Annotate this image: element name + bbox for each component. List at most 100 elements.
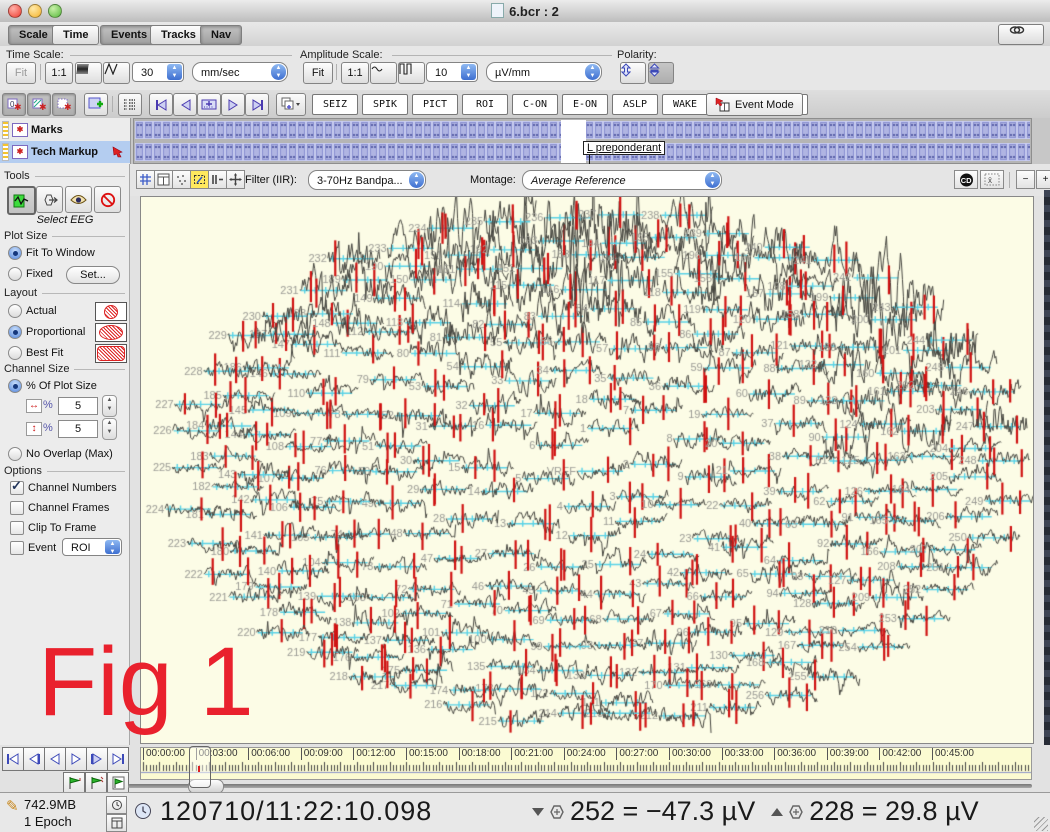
eeg-plot-area[interactable] bbox=[140, 196, 1034, 744]
polarity-invert-button[interactable] bbox=[648, 62, 674, 84]
time-1to1-button[interactable]: 1:1 bbox=[45, 62, 73, 84]
channel-numbers-checkbox[interactable] bbox=[10, 481, 24, 495]
go-start-button[interactable] bbox=[2, 747, 24, 771]
copy-events-dropdown[interactable] bbox=[276, 93, 306, 116]
frame-view-button[interactable] bbox=[154, 170, 173, 189]
amp-fit-button[interactable]: Fit bbox=[303, 62, 333, 84]
layout-actual-radio[interactable] bbox=[8, 304, 22, 318]
mark-event-button[interactable] bbox=[197, 93, 221, 116]
last-event-button[interactable] bbox=[245, 93, 269, 116]
grid-view-button[interactable] bbox=[136, 170, 155, 189]
tab-time[interactable]: Time bbox=[52, 25, 99, 45]
v-size-field[interactable]: 5 bbox=[58, 420, 98, 438]
cd-reference-button[interactable]: CD bbox=[954, 170, 978, 189]
add-track-button[interactable] bbox=[84, 93, 108, 116]
dots-view-button[interactable] bbox=[172, 170, 191, 189]
timeline-scrollbar[interactable] bbox=[128, 784, 1032, 788]
go-end-button[interactable] bbox=[107, 747, 129, 771]
step-back-button[interactable] bbox=[44, 747, 66, 771]
view-tool-button[interactable] bbox=[65, 186, 92, 213]
first-event-button[interactable] bbox=[149, 93, 173, 116]
eeg-waveforms-canvas[interactable] bbox=[141, 197, 1033, 743]
event-type-dropdown[interactable]: ROI▲▼ bbox=[62, 538, 122, 556]
filter-dropdown[interactable]: 3-70Hz Bandpa...▲▼ bbox=[308, 170, 426, 190]
time-expand-button[interactable] bbox=[103, 62, 130, 84]
timeline-scrubber[interactable] bbox=[189, 746, 211, 788]
event-badge-icon: ✱ bbox=[12, 145, 28, 159]
track-row-marks[interactable]: ✱ Marks bbox=[0, 119, 130, 141]
prohibition-icon bbox=[100, 192, 116, 208]
pct-of-plot-radio[interactable] bbox=[8, 379, 22, 393]
amp-1to1-button[interactable]: 1:1 bbox=[341, 62, 369, 84]
next-event-button[interactable] bbox=[221, 93, 245, 116]
prev-event-button[interactable] bbox=[173, 93, 197, 116]
time-scale-value[interactable]: 30▲▼ bbox=[132, 62, 184, 82]
clock-mode-button[interactable] bbox=[106, 796, 127, 814]
event-type-button-aslp[interactable]: ASLP bbox=[612, 94, 658, 115]
lines-view-button[interactable] bbox=[208, 170, 227, 189]
move-tool-button[interactable] bbox=[226, 170, 245, 189]
tab-tracks[interactable]: Tracks bbox=[150, 25, 207, 45]
toolbar-tabs: Scale Time Events Tracks Nav bbox=[0, 22, 1050, 47]
step-forward-button[interactable] bbox=[65, 747, 87, 771]
h-size-stepper[interactable]: ▲▼ bbox=[102, 395, 117, 417]
jump-arrow-icon[interactable] bbox=[112, 146, 126, 158]
no-overlap-radio[interactable] bbox=[8, 447, 22, 461]
event-annotation-label[interactable]: L preponderant bbox=[583, 141, 665, 155]
track-lanes[interactable]: L preponderant bbox=[133, 118, 1032, 164]
h-size-field[interactable]: 5 bbox=[58, 397, 98, 415]
amp-scale-units[interactable]: µV/mm▲▼ bbox=[486, 62, 602, 82]
resize-grip[interactable] bbox=[1034, 817, 1048, 831]
event-type-button-spik[interactable]: SPIK bbox=[362, 94, 408, 115]
time-fit-button[interactable]: Fit bbox=[6, 62, 36, 84]
flag-page-button[interactable] bbox=[107, 772, 129, 793]
time-ruler[interactable]: 00:00:0000:03:0000:06:0000:09:0000:12:00… bbox=[140, 747, 1032, 780]
event-type-button-pict[interactable]: PICT bbox=[412, 94, 458, 115]
v-size-stepper[interactable]: ▲▼ bbox=[102, 418, 117, 440]
electrode-tool-button[interactable] bbox=[36, 186, 63, 213]
page-back-button[interactable] bbox=[23, 747, 45, 771]
event-type-button-e-on[interactable]: E-ON bbox=[562, 94, 608, 115]
amp-grow-button[interactable] bbox=[398, 62, 425, 84]
time-compress-button[interactable] bbox=[75, 62, 102, 84]
amp-scale-value[interactable]: 10▲▼ bbox=[426, 62, 478, 82]
toggle-marks-track-button[interactable]: 0✱ bbox=[2, 93, 26, 116]
next-flag-button[interactable] bbox=[85, 772, 107, 793]
exclude-tool-button[interactable] bbox=[94, 186, 121, 213]
drag-handle-icon[interactable] bbox=[2, 121, 9, 139]
track-row-tech-markup[interactable]: ✱ Tech Markup bbox=[0, 141, 130, 163]
prev-flag-button[interactable] bbox=[63, 772, 85, 793]
step-back-icon bbox=[49, 753, 61, 765]
tab-nav[interactable]: Nav bbox=[200, 25, 242, 45]
set-button[interactable]: Set... bbox=[66, 266, 120, 284]
event-checkbox[interactable] bbox=[10, 541, 24, 555]
amp-shrink-button[interactable] bbox=[370, 62, 397, 84]
grid-mode-button[interactable] bbox=[106, 814, 127, 832]
event-type-button-wake[interactable]: WAKE bbox=[662, 94, 708, 115]
select-eeg-tool-button[interactable] bbox=[7, 186, 36, 215]
montage-dropdown[interactable]: Average Reference▲▼ bbox=[522, 170, 722, 190]
fit-to-window-radio[interactable] bbox=[8, 246, 22, 260]
polarity-normal-button[interactable] bbox=[620, 62, 646, 84]
toggle-grid-track-button[interactable]: ✱ bbox=[52, 93, 76, 116]
event-type-button-c-on[interactable]: C-ON bbox=[512, 94, 558, 115]
link-windows-button[interactable] bbox=[998, 24, 1044, 45]
page-forward-button[interactable] bbox=[86, 747, 108, 771]
channel-frames-checkbox[interactable] bbox=[10, 501, 24, 515]
zoom-in-button[interactable]: + bbox=[1036, 170, 1050, 189]
layout-proportional-radio[interactable] bbox=[8, 325, 22, 339]
marquee-tool-button[interactable] bbox=[190, 170, 209, 189]
cursor-values: 252 = −47.3 µV 228 = 29.8 µV bbox=[532, 796, 979, 827]
time-scale-units[interactable]: mm/sec▲▼ bbox=[192, 62, 288, 82]
layout-bestfit-radio[interactable] bbox=[8, 346, 22, 360]
event-mode-button[interactable]: Event Mode bbox=[706, 93, 803, 116]
drag-handle-icon[interactable] bbox=[2, 143, 9, 161]
average-reference-button[interactable]: x̄ bbox=[980, 170, 1004, 189]
event-type-button-seiz[interactable]: SEIZ bbox=[312, 94, 358, 115]
event-type-button-roi[interactable]: ROI bbox=[462, 94, 508, 115]
track-list-button[interactable] bbox=[118, 93, 142, 116]
clip-to-frame-checkbox[interactable] bbox=[10, 521, 24, 535]
toggle-stripe-track-button[interactable]: ✱ bbox=[27, 93, 51, 116]
zoom-out-button[interactable]: − bbox=[1016, 170, 1035, 189]
fixed-radio[interactable] bbox=[8, 267, 22, 281]
